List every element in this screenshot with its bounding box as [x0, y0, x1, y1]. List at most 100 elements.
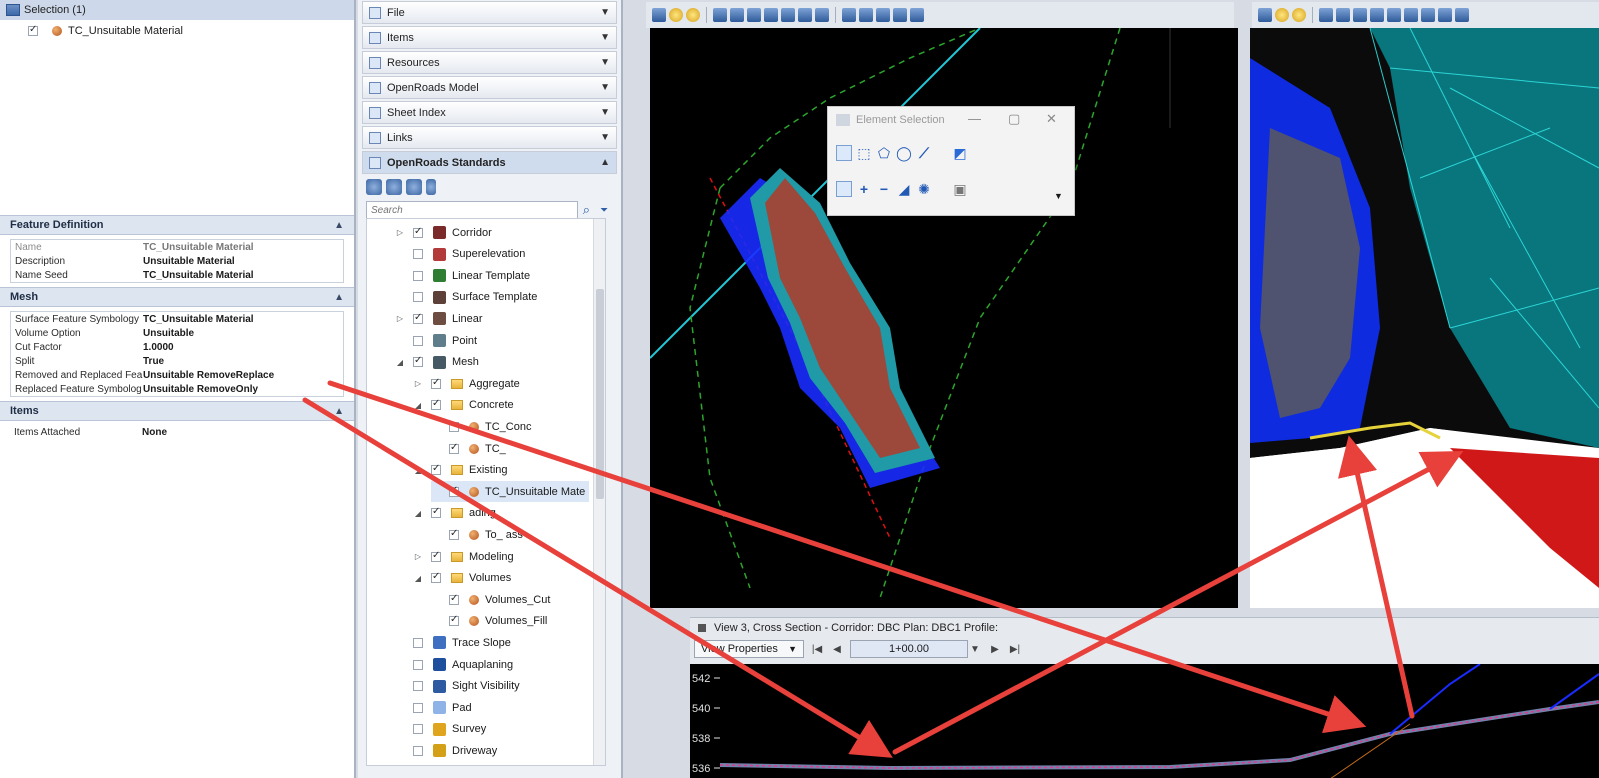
walk-icon[interactable] — [1421, 8, 1435, 22]
tree-item-checkbox[interactable] — [449, 528, 459, 540]
search-icon[interactable]: ⌕ — [578, 202, 596, 218]
chevron-down-icon[interactable]: ▼ — [600, 32, 610, 43]
circle-method-icon[interactable]: ◯ — [896, 145, 912, 161]
view-attributes-icon[interactable] — [652, 8, 666, 22]
update-icon[interactable] — [713, 8, 727, 22]
property-row[interactable]: Description Unsuitable Material — [11, 254, 343, 268]
expand-toggle-icon[interactable]: ▷ — [413, 552, 423, 561]
explorer-section-openroads-model[interactable]: OpenRoads Model ▼ — [362, 76, 617, 99]
invert-mode-icon[interactable]: ◢ — [896, 181, 912, 197]
property-value[interactable]: 1.0000 — [143, 342, 343, 353]
fit-view-icon[interactable] — [1387, 8, 1401, 22]
camera-icon[interactable] — [893, 8, 907, 22]
collapse-caret-icon[interactable]: ▲ — [334, 406, 344, 417]
openroads-standards-header[interactable]: OpenRoads Standards ▲ — [362, 151, 617, 174]
light-icon[interactable] — [1292, 8, 1306, 22]
cross-section-plot[interactable]: 542 540 538 536 — [690, 663, 1599, 778]
expand-toggle-icon[interactable]: ▷ — [413, 379, 423, 388]
chevron-down-icon[interactable]: ▼ — [600, 132, 610, 143]
expand-toggle-icon[interactable]: ◢ — [413, 509, 423, 518]
window-area-icon[interactable] — [1370, 8, 1384, 22]
collapse-caret-icon[interactable]: ▲ — [334, 292, 344, 303]
fit-view-icon[interactable] — [781, 8, 795, 22]
property-row[interactable]: Cut Factor 1.0000 — [11, 340, 343, 354]
tree-item-checkbox[interactable] — [413, 637, 423, 648]
feature-definition-header[interactable]: Feature Definition ▲ — [0, 215, 354, 235]
tree-item[interactable]: Trace Slope — [395, 632, 511, 653]
explorer-section-resources[interactable]: Resources ▼ — [362, 51, 617, 74]
clip-icon[interactable] — [910, 8, 924, 22]
shape-method-icon[interactable]: ⬠ — [876, 145, 892, 161]
tree-item[interactable]: ▷ Modeling — [413, 546, 514, 567]
last-station-icon[interactable]: ▶| — [1008, 644, 1022, 655]
light-icon[interactable] — [686, 8, 700, 22]
pan-icon[interactable] — [815, 8, 829, 22]
grid-icon[interactable] — [426, 179, 436, 195]
tree-item[interactable]: Linear Template — [395, 265, 530, 286]
tree-item-checkbox[interactable] — [413, 226, 423, 238]
selection-item-checkbox[interactable] — [28, 24, 38, 36]
tree-item[interactable]: TC_Unsuitable Mate — [431, 481, 590, 503]
tree-item-checkbox[interactable] — [413, 681, 423, 692]
tree-item[interactable]: Sight Visibility — [395, 676, 520, 697]
tree-item-checkbox[interactable] — [449, 593, 459, 605]
property-row[interactable]: Volume Option Unsuitable — [11, 326, 343, 340]
3d-view[interactable] — [1250, 28, 1599, 608]
tree-item[interactable]: Driveway — [395, 740, 497, 761]
search-input[interactable] — [366, 201, 578, 219]
tree-item-checkbox[interactable] — [413, 659, 423, 670]
property-value[interactable]: True — [143, 356, 343, 367]
minimize-icon[interactable]: — — [968, 111, 981, 126]
property-value[interactable]: TC_Unsuitable Material — [143, 242, 343, 253]
station-input[interactable]: 1+00.00 — [850, 640, 968, 658]
tree-item[interactable]: Volumes_Cut — [431, 589, 550, 610]
property-value[interactable]: Unsuitable RemoveReplace — [143, 370, 343, 381]
property-row[interactable]: Surface Feature Symbology TC_Unsuitable M… — [11, 312, 343, 326]
tree-item[interactable]: ◢ Concrete — [413, 395, 514, 416]
property-row[interactable]: Replaced Feature Symbolog Unsuitable Remo… — [11, 382, 343, 396]
individual-method-icon[interactable] — [836, 145, 852, 161]
tree-item-checkbox[interactable] — [413, 292, 423, 303]
station-dropdown-icon[interactable]: ▼ — [968, 644, 982, 655]
collapse-caret-icon[interactable]: ▲ — [334, 220, 344, 231]
tree-item-checkbox[interactable] — [413, 312, 423, 324]
view-properties-button[interactable]: View Properties ▼ — [694, 640, 804, 658]
copy-view-icon[interactable] — [876, 8, 890, 22]
property-value[interactable]: TC_Unsuitable Material — [143, 270, 343, 281]
library-icon[interactable] — [386, 179, 402, 195]
tree-item[interactable]: TC_Conc — [431, 416, 531, 437]
tree-item[interactable]: Survey — [395, 719, 486, 740]
tree-item-checkbox[interactable] — [431, 550, 441, 562]
zoom-out-icon[interactable] — [747, 8, 761, 22]
explorer-section-links[interactable]: Links ▼ — [362, 126, 617, 149]
zoom-out-icon[interactable] — [1353, 8, 1367, 22]
property-value[interactable]: None — [142, 427, 344, 438]
rotate-icon[interactable] — [1404, 8, 1418, 22]
tree-item-checkbox[interactable] — [431, 377, 441, 389]
chevron-down-icon[interactable]: ▼ — [600, 82, 610, 93]
tree-item-checkbox[interactable] — [413, 355, 423, 368]
expand-toggle-icon[interactable]: ◢ — [395, 358, 405, 367]
tree-item[interactable]: To_ ass — [431, 524, 523, 545]
property-row[interactable]: Name Seed TC_Unsuitable Material — [11, 268, 343, 282]
tree-item-checkbox[interactable] — [449, 442, 459, 454]
view-previous-icon[interactable] — [1438, 8, 1452, 22]
display-style-icon[interactable] — [1275, 8, 1289, 22]
refresh-icon[interactable] — [366, 179, 382, 195]
selection-item[interactable]: TC_Unsuitable Material — [0, 20, 354, 42]
all-mode-icon[interactable]: ✺ — [916, 181, 932, 197]
subtract-mode-icon[interactable]: − — [876, 181, 892, 197]
chevron-down-icon[interactable]: ▼ — [600, 7, 610, 18]
new-mode-icon[interactable] — [836, 181, 852, 197]
tree-item-checkbox[interactable] — [449, 614, 459, 627]
chevron-down-icon[interactable]: ▼ — [600, 107, 610, 118]
add-mode-icon[interactable]: + — [856, 181, 872, 197]
property-row[interactable]: Removed and Replaced Fea Unsuitable Remov… — [11, 368, 343, 382]
view-attributes-icon[interactable] — [1258, 8, 1272, 22]
close-icon[interactable]: ✕ — [1046, 111, 1057, 127]
tree-item-checkbox[interactable] — [413, 702, 423, 713]
tree-scrollbar[interactable] — [593, 219, 605, 765]
expand-toggle-icon[interactable]: ▷ — [395, 228, 405, 237]
tree-item-checkbox[interactable] — [413, 270, 423, 281]
tree-item-checkbox[interactable] — [413, 335, 423, 346]
